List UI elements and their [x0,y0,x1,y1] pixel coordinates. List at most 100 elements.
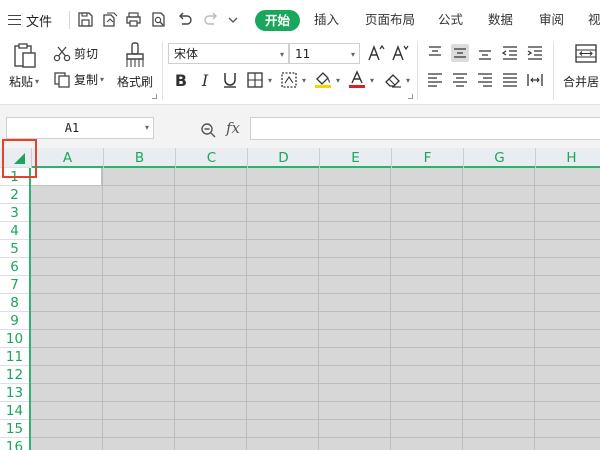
align-right-icon[interactable] [476,71,494,89]
row-header-9[interactable]: 9 [0,311,29,329]
undo-icon[interactable] [176,11,193,28]
merge-cells-icon[interactable] [575,44,597,64]
copy-label: 复制 [74,73,99,87]
toolbar-divider [69,11,70,29]
fill-color-icon[interactable] [314,70,332,88]
name-box-value: A1 [64,121,80,135]
font-group-launcher[interactable] [408,94,413,99]
row-header-5[interactable]: 5 [0,239,29,257]
bold-icon[interactable]: B [172,71,190,90]
tab-home[interactable]: 开始 [255,10,301,31]
name-box[interactable]: A1 ▾ [6,117,154,139]
chevron-down-icon: ▾ [350,50,355,59]
row-header-13[interactable]: 13 [0,383,29,401]
align-bottom-icon[interactable] [476,44,494,62]
tab-formulas[interactable]: 公式 [438,10,463,30]
tab-data[interactable]: 数据 [488,10,513,30]
paste-icon[interactable] [12,42,38,70]
column-header-f[interactable]: F [391,148,463,168]
underline-icon[interactable] [221,71,239,89]
row-header-15[interactable]: 15 [0,419,29,437]
customize-toolbar-icon[interactable] [228,11,238,28]
chevron-down-icon[interactable]: ▾ [268,76,272,85]
file-menu-label: 文件 [26,14,53,30]
cut-label: 剪切 [74,47,99,61]
export-icon[interactable] [101,11,118,28]
zoom-icon[interactable] [200,122,216,138]
justify-icon[interactable] [501,71,519,89]
column-header-d[interactable]: D [247,148,319,168]
cell-style-icon[interactable] [280,71,298,89]
chevron-down-icon[interactable]: ▾ [302,76,306,85]
clipboard-group-launcher[interactable] [152,94,157,99]
row-header-bar: 1 2 3 4 5 6 7 8 9 10 11 12 13 14 15 16 [0,167,31,450]
align-left-icon[interactable] [426,71,444,89]
tab-review[interactable]: 审阅 [539,10,564,30]
font-name-value: 宋体 [174,47,199,61]
menu-bar: 文件 开始 插入 页面布局 公式 数据 审阅 视 [0,0,600,38]
cut-button[interactable]: 剪切 [53,45,98,62]
align-top-icon[interactable] [426,44,444,62]
column-header-g[interactable]: G [463,148,535,168]
copy-button[interactable]: 复制 ▾ [53,71,104,88]
increase-font-size-icon[interactable] [367,44,385,62]
ribbon: 粘贴 ▾ 剪切 复制 ▾ 格式刷 宋体 ▾ 11 ▾ B I ▾ ▾ ▾ ▾ ▾… [0,38,600,104]
formula-input[interactable] [250,117,600,140]
redo-icon[interactable] [203,11,220,28]
cell-area[interactable] [31,168,600,450]
increase-indent-icon[interactable] [526,44,544,62]
row-header-7[interactable]: 7 [0,275,29,293]
column-header-bar: ABCDEFGH [0,148,600,168]
row-header-14[interactable]: 14 [0,401,29,419]
row-header-8[interactable]: 8 [0,293,29,311]
align-center-icon[interactable] [451,71,469,89]
clear-format-icon[interactable] [384,71,402,89]
column-header-b[interactable]: B [103,148,175,168]
borders-icon[interactable] [246,71,264,89]
chevron-down-icon[interactable]: ▾ [370,76,374,85]
column-header-h[interactable]: H [535,148,600,168]
row-header-12[interactable]: 12 [0,365,29,383]
column-header-c[interactable]: C [175,148,247,168]
merge-cells-button[interactable]: 合并居 [563,73,599,90]
italic-icon[interactable]: I [196,71,214,90]
tab-page-layout[interactable]: 页面布局 [365,10,415,30]
font-size-value: 11 [295,46,311,61]
row-header-10[interactable]: 10 [0,329,29,347]
row-header-4[interactable]: 4 [0,221,29,239]
font-size-select[interactable]: 11 ▾ [289,43,360,64]
decrease-indent-icon[interactable] [501,44,519,62]
row-header-11[interactable]: 11 [0,347,29,365]
chevron-down-icon[interactable]: ▾ [336,76,340,85]
active-cell-a1[interactable] [31,168,102,186]
tab-insert[interactable]: 插入 [314,10,339,30]
row-header-16[interactable]: 16 [0,437,29,450]
ribbon-divider [553,42,554,100]
row-header-2[interactable]: 2 [0,185,29,203]
spreadsheet-grid: ABCDEFGH 1 2 3 4 5 6 7 8 9 10 11 12 13 14 15 16 [0,148,600,450]
column-header-a[interactable]: A [31,148,103,168]
print-preview-icon[interactable] [150,11,167,28]
font-color-icon[interactable] [348,70,366,88]
decrease-font-size-icon[interactable] [391,44,409,62]
row-header-3[interactable]: 3 [0,203,29,221]
distributed-align-icon[interactable] [526,71,544,89]
format-painter-button[interactable]: 格式刷 [117,73,153,90]
chevron-down-icon: ▾ [279,50,284,59]
paste-button[interactable]: 粘贴 ▾ [9,73,39,90]
tab-view[interactable]: 视 [588,10,600,30]
chevron-down-icon[interactable]: ▾ [406,76,410,85]
file-menu[interactable]: 文件 [8,11,53,30]
font-name-select[interactable]: 宋体 ▾ [168,43,289,64]
print-icon[interactable] [125,11,142,28]
chevron-down-icon: ▾ [144,123,149,132]
chevron-down-icon: ▾ [35,77,40,86]
row-header-6[interactable]: 6 [0,257,29,275]
insert-function-button[interactable]: fx [226,119,240,137]
copy-icon [54,71,70,88]
ribbon-divider [162,42,163,100]
column-header-e[interactable]: E [319,148,391,168]
align-middle-icon[interactable] [451,44,469,62]
save-icon[interactable] [77,11,94,28]
format-painter-icon[interactable] [124,41,146,69]
